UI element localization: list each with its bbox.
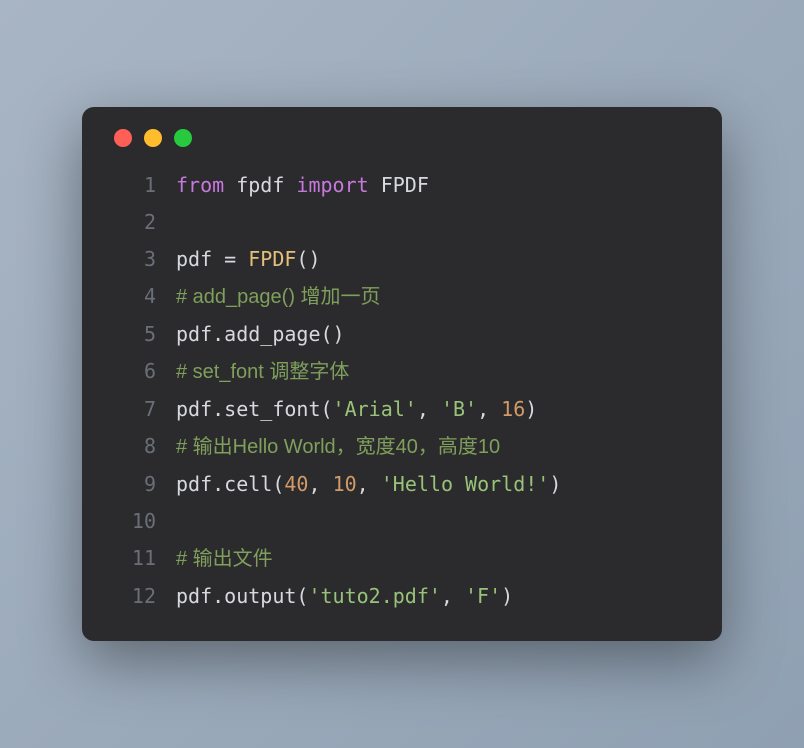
code-line: 9 pdf.cell(40, 10, 'Hello World!') (112, 466, 692, 503)
code-line: 7 pdf.set_font('Arial', 'B', 16) (112, 391, 692, 428)
line-number: 4 (112, 278, 156, 316)
token-code: FPDF (369, 173, 429, 197)
token-code: , (308, 472, 332, 496)
token-code: , (477, 397, 501, 421)
token-code: pdf.add_page() (176, 322, 345, 346)
token-code: ) (549, 472, 561, 496)
line-number: 6 (112, 353, 156, 391)
code-line: 12 pdf.output('tuto2.pdf', 'F') (112, 578, 692, 615)
token-com: # 输出Hello World，宽度40，高度10 (176, 436, 500, 458)
code-content (176, 204, 188, 241)
line-number: 9 (112, 466, 156, 503)
line-number: 2 (112, 204, 156, 241)
code-editor[interactable]: 1from fpdf import FPDF2 3pdf = FPDF()4# … (112, 167, 692, 615)
code-line: 5 pdf.add_page() (112, 316, 692, 353)
line-number: 8 (112, 428, 156, 466)
code-line: 1 from fpdf import FPDF (112, 167, 692, 204)
token-code: () (296, 247, 320, 271)
token-num: 10 (333, 472, 357, 496)
close-icon[interactable] (114, 129, 132, 147)
code-line: 11 # 输出文件 (112, 540, 692, 578)
code-content: # set_font 调整字体 (176, 353, 349, 391)
code-line: 8 # 输出Hello World，宽度40，高度10 (112, 428, 692, 466)
line-number: 12 (112, 578, 156, 615)
token-com: # 输出文件 (176, 548, 273, 570)
line-number: 10 (112, 503, 156, 540)
maximize-icon[interactable] (174, 129, 192, 147)
code-line: 3 pdf = FPDF() (112, 241, 692, 278)
token-cls: FPDF (248, 247, 296, 271)
token-str: 'Arial' (333, 397, 417, 421)
window-titlebar (112, 129, 692, 147)
token-num: 16 (501, 397, 525, 421)
code-line: 4 # add_page() 增加一页 (112, 278, 692, 316)
line-number: 3 (112, 241, 156, 278)
code-window: 1from fpdf import FPDF2 3pdf = FPDF()4# … (82, 107, 722, 641)
token-code: , (357, 472, 381, 496)
token-str: 'B' (441, 397, 477, 421)
code-line: 6 # set_font 调整字体 (112, 353, 692, 391)
token-code: pdf.cell( (176, 472, 284, 496)
token-code: pdf = (176, 247, 248, 271)
code-content: pdf.set_font('Arial', 'B', 16) (176, 391, 537, 428)
token-num: 40 (284, 472, 308, 496)
token-kw: import (296, 173, 368, 197)
code-content: # 输出Hello World，宽度40，高度10 (176, 428, 500, 466)
token-str: 'F' (465, 584, 501, 608)
code-content: pdf = FPDF() (176, 241, 321, 278)
line-number: 7 (112, 391, 156, 428)
token-code: , (441, 584, 465, 608)
code-content: pdf.cell(40, 10, 'Hello World!') (176, 466, 561, 503)
token-code: ) (501, 584, 513, 608)
code-line: 10 (112, 503, 692, 540)
code-content: pdf.add_page() (176, 316, 345, 353)
code-content: # 输出文件 (176, 540, 273, 578)
token-str: 'tuto2.pdf' (308, 584, 440, 608)
token-com: # set_font 调整字体 (176, 361, 349, 383)
minimize-icon[interactable] (144, 129, 162, 147)
line-number: 1 (112, 167, 156, 204)
code-content: from fpdf import FPDF (176, 167, 429, 204)
token-code: fpdf (224, 173, 296, 197)
code-content: # add_page() 增加一页 (176, 278, 381, 316)
token-com: # add_page() 增加一页 (176, 286, 381, 308)
token-str: 'Hello World!' (381, 472, 550, 496)
token-kw: from (176, 173, 224, 197)
token-code: pdf.output( (176, 584, 308, 608)
line-number: 5 (112, 316, 156, 353)
code-line: 2 (112, 204, 692, 241)
token-code: ) (525, 397, 537, 421)
token-code: pdf.set_font( (176, 397, 333, 421)
token-code: , (417, 397, 441, 421)
line-number: 11 (112, 540, 156, 578)
code-content: pdf.output('tuto2.pdf', 'F') (176, 578, 513, 615)
code-content (176, 503, 188, 540)
